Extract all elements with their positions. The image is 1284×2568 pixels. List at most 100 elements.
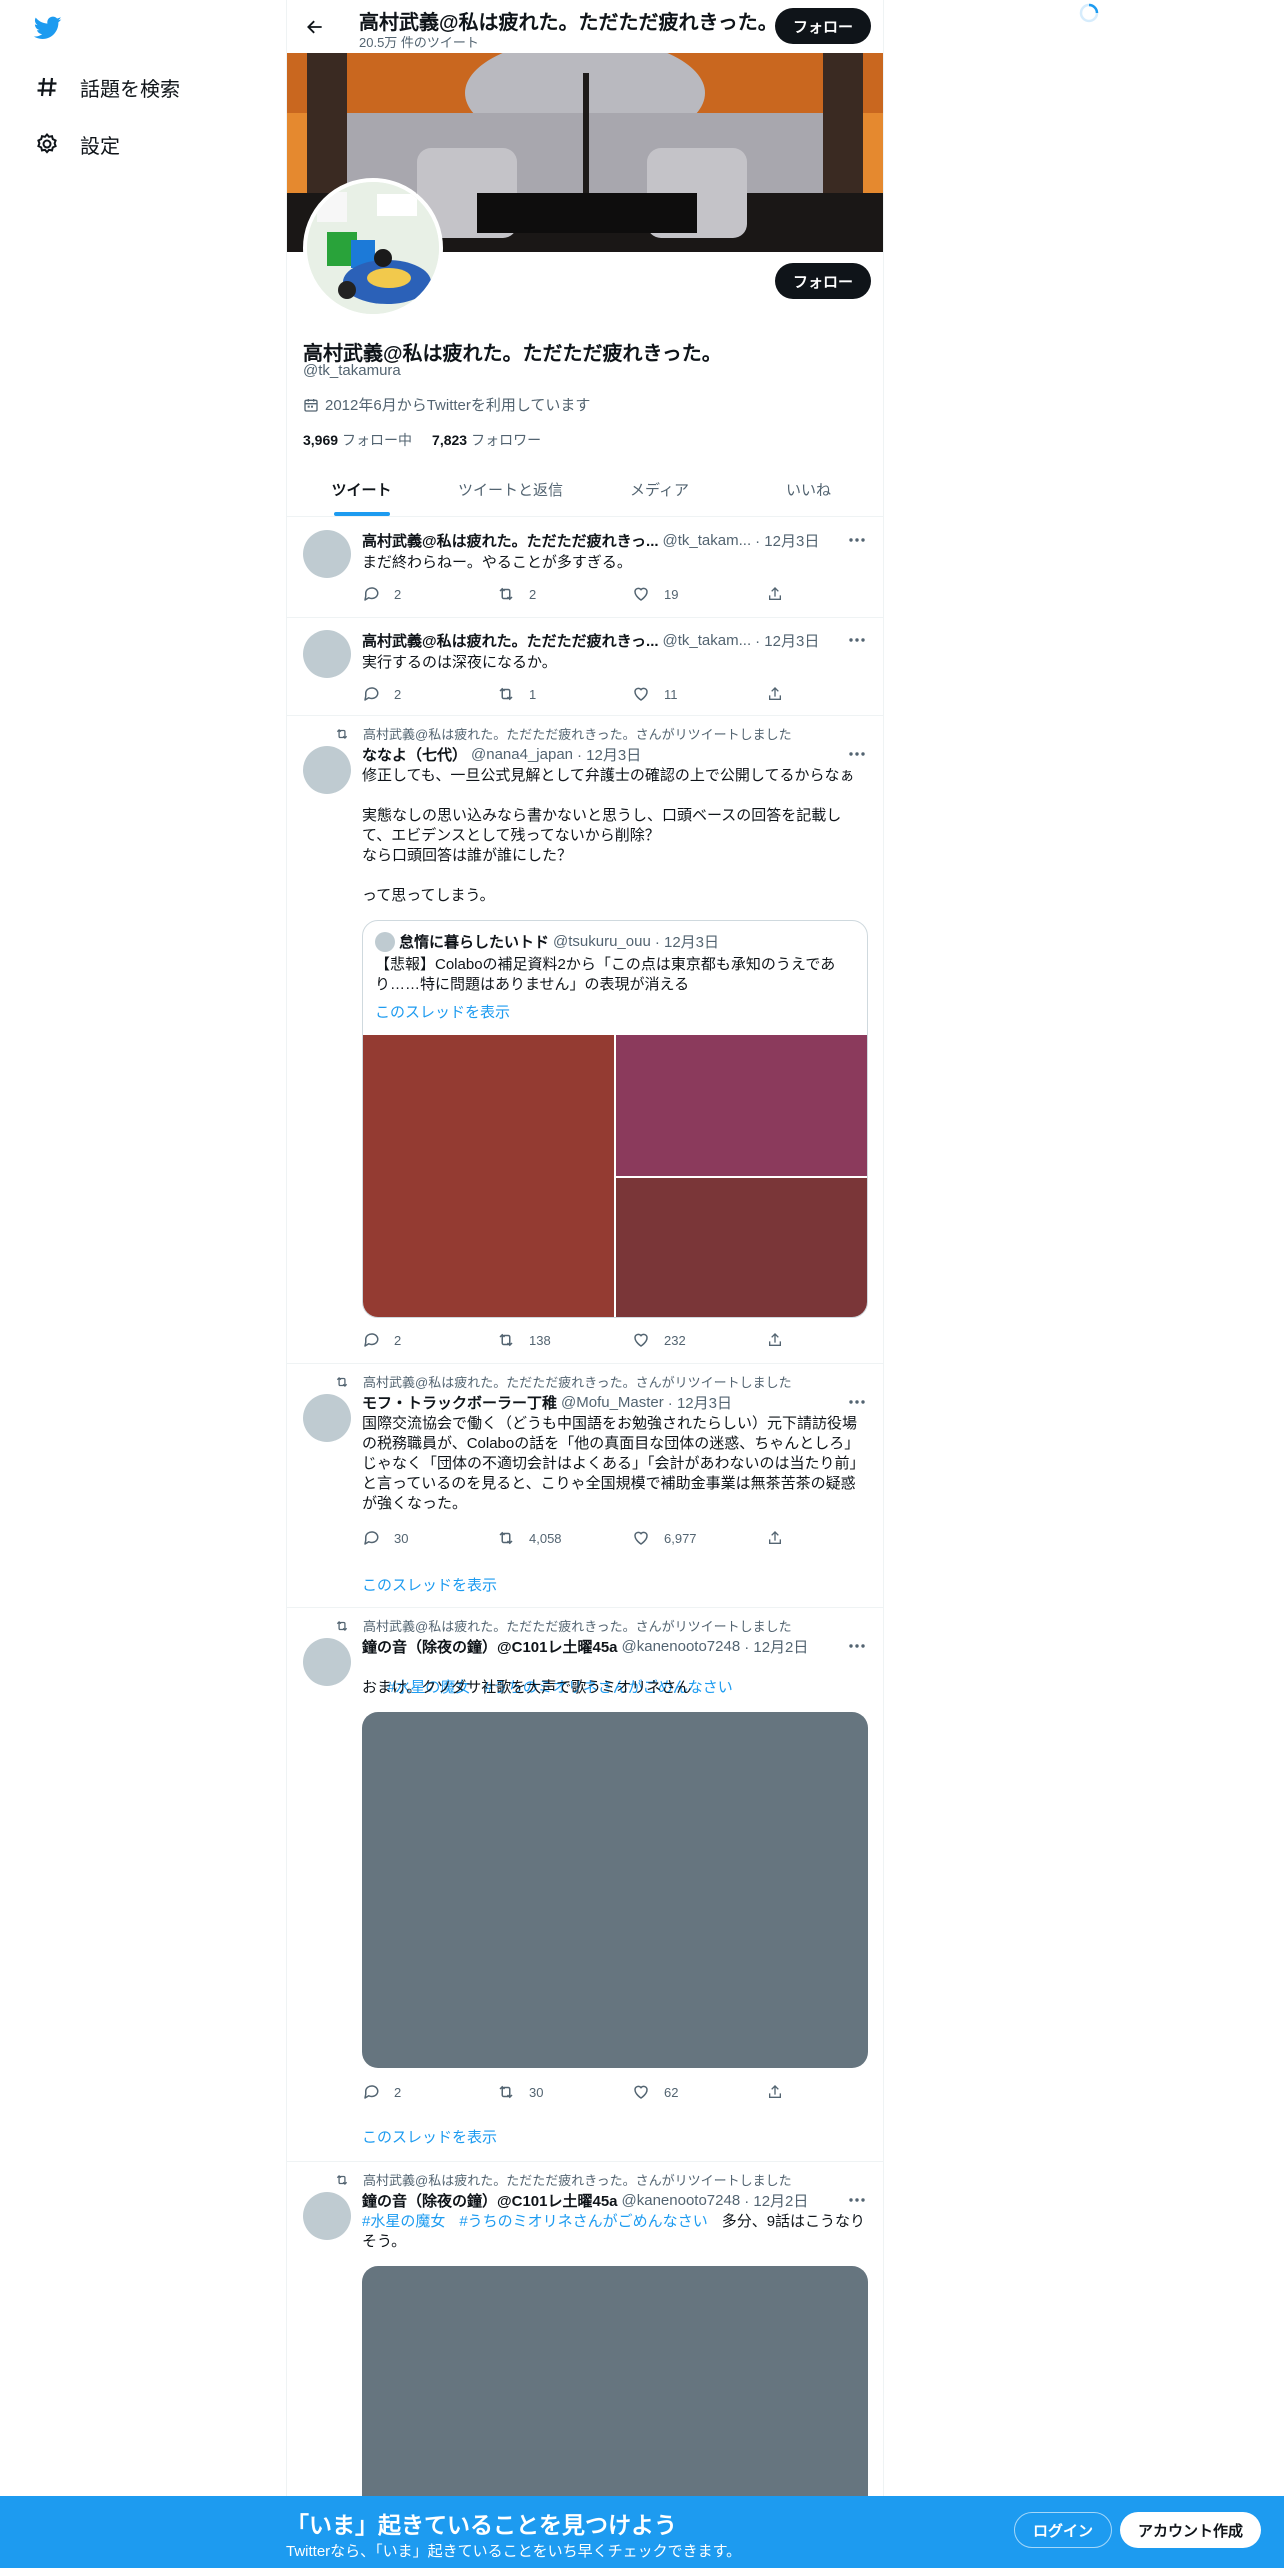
profile-avatar[interactable] [303, 178, 443, 318]
nav-explore[interactable]: 話題を検索 [34, 67, 180, 107]
show-thread-link[interactable]: このスレッドを表示 [362, 2126, 497, 2147]
like-button[interactable]: 11 [632, 684, 767, 704]
tweet-avatar[interactable] [303, 530, 351, 578]
create-account-button[interactable]: アカウント作成 [1120, 2512, 1262, 2548]
tweet-avatar[interactable] [303, 630, 351, 678]
quoted-tweet[interactable]: 怠惰に暮らしたいトド @tsukuru_ouu · 12月3日 【悲報】Cola… [362, 920, 868, 1318]
reply-icon [364, 1531, 379, 1545]
retweet-icon [499, 587, 513, 601]
retweet-button[interactable]: 2 [497, 584, 632, 604]
retweet-context-text[interactable]: 高村武義@私は疲れた。ただただ疲れきった。さんがリツイートしました [363, 1616, 792, 1635]
header-follow-button[interactable]: フォロー [775, 8, 872, 44]
quoted-media-grid[interactable] [363, 1035, 867, 1317]
tweet-header: モフ・トラックボーラー丁稚 @Mofu_Master · 12月3日 [362, 1392, 862, 1413]
tweet-actions: 30 4,058 6,977 [362, 1528, 802, 1548]
more-options-icon[interactable] [847, 1392, 867, 1412]
tweet-3[interactable]: 高村武義@私は疲れた。ただただ疲れきった。さんがリツイートしました モフ・トラッ… [287, 1364, 883, 1608]
heart-icon [634, 1531, 648, 1545]
more-options-icon[interactable] [847, 630, 867, 650]
tweet-date[interactable]: · 12月2日 [744, 2190, 808, 2211]
share-button[interactable] [767, 1528, 797, 1548]
reply-button[interactable]: 2 [362, 2082, 497, 2102]
more-options-icon[interactable] [847, 744, 867, 764]
more-options-icon[interactable] [847, 1636, 867, 1656]
tweet-author-name[interactable]: ななよ（七代） [362, 744, 467, 765]
tweet-media[interactable] [362, 1712, 868, 2068]
loading-spinner-icon [1078, 2, 1100, 24]
tweet-text: 国際交流協会で働く（どうも中国語をお勉強されたらしい）元下請訪役場の税務職員が、… [362, 1415, 865, 1512]
tab-tweets[interactable]: ツイート [287, 464, 436, 516]
tweet-1[interactable]: 高村武義@私は疲れた。ただただ疲れきっ... @tk_takam... · 12… [287, 618, 883, 716]
tweet-2[interactable]: 高村武義@私は疲れた。ただただ疲れきった。さんがリツイートしました ななよ（七代… [287, 716, 883, 1364]
quoted-tweet-avatar [375, 931, 395, 952]
tab-likes[interactable]: いいね [734, 464, 883, 516]
tweet-author-handle[interactable]: @Mofu_Master [561, 1394, 664, 1411]
tweet-date[interactable]: · 12月3日 [577, 744, 641, 765]
reply-icon [364, 587, 379, 601]
nav-settings[interactable]: 設定 [34, 124, 120, 164]
quoted-show-thread-link[interactable]: このスレッドを表示 [375, 1001, 510, 1022]
show-thread-link[interactable]: このスレッドを表示 [362, 1574, 497, 1595]
tweet-avatar[interactable] [303, 746, 351, 794]
tweet-avatar[interactable] [303, 1394, 351, 1442]
like-button[interactable]: 62 [632, 2082, 767, 2102]
tweet-avatar[interactable] [303, 2192, 351, 2240]
hashtag-link[interactable]: #うちのミオリネさんがごめんなさい [459, 2213, 707, 2230]
reply-button[interactable]: 2 [362, 584, 497, 604]
following-link[interactable]: 3,969 フォロー中 [303, 430, 412, 450]
share-icon [769, 1531, 781, 1544]
tweet-date[interactable]: · 12月3日 [755, 630, 819, 651]
tweet-author-name[interactable]: 鐘の音（除夜の鐘）@C101レ土曜45a [362, 2190, 618, 2211]
retweet-icon [499, 1531, 513, 1545]
like-button[interactable]: 6,977 [632, 1528, 767, 1548]
back-arrow-icon[interactable] [301, 13, 329, 41]
followers-link[interactable]: 7,823 フォロワー [432, 430, 541, 450]
reply-icon [364, 687, 379, 701]
like-button[interactable]: 232 [632, 1330, 767, 1350]
tweet-author-name[interactable]: 鐘の音（除夜の鐘）@C101レ土曜45a [362, 1636, 618, 1657]
twitter-logo-icon[interactable] [32, 14, 64, 42]
calendar-icon [304, 398, 318, 412]
tweet-date[interactable]: · 12月3日 [668, 1392, 732, 1413]
reply-button[interactable]: 30 [362, 1528, 497, 1548]
left-navigation: 話題を検索 設定 [0, 0, 286, 2568]
like-button[interactable]: 19 [632, 584, 767, 604]
tab-media[interactable]: メディア [585, 464, 734, 516]
tweet-author-name[interactable]: 高村武義@私は疲れた。ただただ疲れきっ... [362, 630, 659, 651]
tweet-author-handle[interactable]: @kanenooto7248 [622, 1638, 741, 1655]
retweet-context-text[interactable]: 高村武義@私は疲れた。ただただ疲れきった。さんがリツイートしました [363, 724, 792, 743]
tweet-4[interactable]: 高村武義@私は疲れた。ただただ疲れきった。さんがリツイートしました 鐘の音（除夜… [287, 1608, 883, 2162]
hashtag-link[interactable]: #水星の魔女 [362, 2213, 445, 2230]
retweet-button[interactable]: 4,058 [497, 1528, 632, 1548]
tweet-text: 修正しても、一旦公式見解として弁護士の確認の上で公開してるからなぁ 実態なしの思… [362, 767, 855, 904]
tweet-author-handle[interactable]: @nana4_japan [471, 746, 573, 763]
tweet-date[interactable]: · 12月3日 [755, 530, 819, 551]
tweet-author-handle[interactable]: @tk_takam... [663, 632, 752, 649]
more-options-icon[interactable] [847, 2190, 867, 2210]
share-button[interactable] [767, 684, 797, 704]
tweet-avatar[interactable] [303, 1638, 351, 1686]
share-button[interactable] [767, 584, 797, 604]
tweet-author-handle[interactable]: @tk_takam... [663, 532, 752, 549]
reply-button[interactable]: 2 [362, 1330, 497, 1350]
retweet-context-text[interactable]: 高村武義@私は疲れた。ただただ疲れきった。さんがリツイートしました [363, 2170, 792, 2189]
tweet-0[interactable]: 高村武義@私は疲れた。ただただ疲れきっ... @tk_takam... · 12… [287, 518, 883, 618]
retweet-button[interactable]: 1 [497, 684, 632, 704]
share-button[interactable] [767, 2082, 797, 2102]
quoted-author-handle: @tsukuru_ouu [553, 933, 651, 950]
retweet-button[interactable]: 138 [497, 1330, 632, 1350]
more-options-icon[interactable] [847, 530, 867, 550]
share-icon [769, 587, 781, 600]
tweet-author-name[interactable]: 高村武義@私は疲れた。ただただ疲れきっ... [362, 530, 659, 551]
tweet-date[interactable]: · 12月2日 [744, 1636, 808, 1657]
tab-tweets-and-replies[interactable]: ツイートと返信 [436, 464, 585, 516]
gear-icon [34, 131, 60, 157]
login-button[interactable]: ログイン [1014, 2512, 1113, 2548]
reply-button[interactable]: 2 [362, 684, 497, 704]
retweet-context-text[interactable]: 高村武義@私は疲れた。ただただ疲れきった。さんがリツイートしました [363, 1372, 792, 1391]
tweet-author-handle[interactable]: @kanenooto7248 [622, 2192, 741, 2209]
tweet-author-name[interactable]: モフ・トラックボーラー丁稚 [362, 1392, 557, 1413]
profile-follow-button[interactable]: フォロー [775, 263, 872, 299]
retweet-button[interactable]: 30 [497, 2082, 632, 2102]
share-button[interactable] [767, 1330, 797, 1350]
